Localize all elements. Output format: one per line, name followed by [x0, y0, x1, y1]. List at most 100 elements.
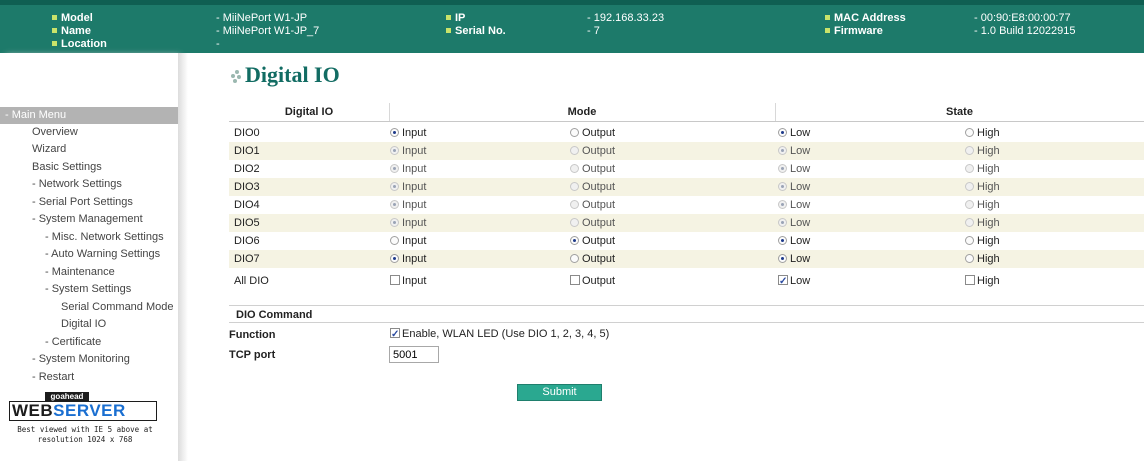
dio-input-option[interactable]: Input — [390, 178, 426, 196]
sidebar-item-system-management[interactable]: - System Management — [32, 213, 143, 226]
dio-input-option[interactable]: Input — [390, 196, 426, 214]
dio-high-radio[interactable] — [965, 254, 974, 263]
wlan-led-checkbox[interactable] — [390, 326, 400, 344]
dio-input-radio[interactable] — [390, 236, 399, 245]
dio-output-radio[interactable] — [570, 200, 579, 209]
dio-output-radio[interactable] — [570, 254, 579, 263]
sidebar-item-system-monitoring[interactable]: - System Monitoring — [32, 353, 130, 366]
dio-low-radio[interactable] — [778, 164, 787, 173]
sidebar-item-network-settings[interactable]: - Network Settings — [32, 178, 122, 191]
sidebar-item-auto-warning-settings[interactable]: - Auto Warning Settings — [45, 248, 160, 261]
dio-input-radio[interactable] — [390, 218, 399, 227]
firmware-value: - 1.0 Build 12022915 — [974, 25, 1076, 37]
dio-high-radio[interactable] — [965, 128, 974, 137]
sidebar-item-serial-port-settings[interactable]: - Serial Port Settings — [32, 196, 133, 209]
dio-output-option[interactable]: Output — [570, 178, 615, 196]
dio-low-radio[interactable] — [778, 218, 787, 227]
dio-high-option[interactable]: High — [965, 124, 1000, 142]
table-row: DIO7 Input Output Low High — [229, 250, 1144, 268]
dio-output-option[interactable]: Output — [570, 232, 615, 250]
all-dio-output-checkbox[interactable] — [570, 275, 580, 285]
table-row: DIO3 Input Output Low High — [229, 178, 1144, 196]
main-menu-heading[interactable]: - Main Menu — [0, 107, 178, 124]
dio-input-option[interactable]: Input — [390, 142, 426, 160]
dio-input-label: Input — [402, 127, 427, 139]
sidebar-item-basic-settings[interactable]: Basic Settings — [32, 161, 102, 174]
all-dio-low-checkbox[interactable] — [778, 273, 788, 291]
sidebar-item-system-settings[interactable]: - System Settings — [45, 283, 131, 296]
dio-low-option[interactable]: Low — [778, 160, 810, 178]
dio-input-option[interactable]: Input — [390, 160, 426, 178]
dio-low-radio[interactable] — [778, 200, 787, 209]
dio-high-radio[interactable] — [965, 146, 974, 155]
dio-output-radio[interactable] — [570, 164, 579, 173]
dio-output-option[interactable]: Output — [570, 214, 615, 232]
sidebar-item-digital-io[interactable]: Digital IO — [61, 318, 106, 331]
all-dio-input-option[interactable]: Input — [390, 272, 426, 290]
dio-high-radio[interactable] — [965, 182, 974, 191]
dio-output-option[interactable]: Output — [570, 160, 615, 178]
dio-low-option[interactable]: Low — [778, 232, 810, 250]
dio-input-radio[interactable] — [390, 200, 399, 209]
all-dio-low-option[interactable]: Low — [778, 272, 810, 291]
sidebar-item-restart[interactable]: - Restart — [32, 371, 74, 384]
sidebar-item-wizard[interactable]: Wizard — [32, 143, 66, 156]
dio-high-option[interactable]: High — [965, 196, 1000, 214]
dio-high-option[interactable]: High — [965, 160, 1000, 178]
dio-high-option[interactable]: High — [965, 250, 1000, 268]
dio-output-option[interactable]: Output — [570, 124, 615, 142]
dio-low-label: Low — [790, 181, 811, 193]
all-dio-input-checkbox[interactable] — [390, 275, 400, 285]
sidebar-item-certificate[interactable]: - Certificate — [45, 336, 101, 349]
model-value: - MiiNePort W1-JP — [216, 12, 308, 24]
dio-input-option[interactable]: Input — [390, 250, 426, 268]
sidebar-item-misc-network-settings[interactable]: - Misc. Network Settings — [45, 231, 164, 244]
tcp-port-input[interactable] — [389, 346, 439, 363]
dio-input-radio[interactable] — [390, 164, 399, 173]
dio-input-option[interactable]: Input — [390, 214, 426, 232]
dio-output-radio[interactable] — [570, 218, 579, 227]
dio-output-option[interactable]: Output — [570, 250, 615, 268]
dio-low-radio[interactable] — [778, 236, 787, 245]
dio-low-option[interactable]: Low — [778, 250, 810, 268]
dio-input-radio[interactable] — [390, 182, 399, 191]
all-dio-high-checkbox[interactable] — [965, 275, 975, 285]
dio-high-option[interactable]: High — [965, 232, 1000, 250]
dio-low-option[interactable]: Low — [778, 142, 810, 160]
dio-input-option[interactable]: Input — [390, 232, 426, 250]
dio-input-radio[interactable] — [390, 128, 399, 137]
sidebar-item-overview[interactable]: Overview — [32, 126, 78, 139]
dio-low-radio[interactable] — [778, 254, 787, 263]
dio-high-radio[interactable] — [965, 218, 974, 227]
dio-low-option[interactable]: Low — [778, 214, 810, 232]
sidebar-item-maintenance[interactable]: - Maintenance — [45, 266, 115, 279]
table-row: DIO1 Input Output Low High — [229, 142, 1144, 160]
dio-input-option[interactable]: Input — [390, 124, 426, 142]
dio-high-option[interactable]: High — [965, 178, 1000, 196]
dio-input-radio[interactable] — [390, 254, 399, 263]
dio-low-radio[interactable] — [778, 128, 787, 137]
all-dio-high-option[interactable]: High — [965, 272, 1000, 290]
dio-high-option[interactable]: High — [965, 142, 1000, 160]
dio-output-option[interactable]: Output — [570, 196, 615, 214]
all-dio-output-option[interactable]: Output — [570, 272, 615, 290]
dio-output-radio[interactable] — [570, 128, 579, 137]
dio-low-radio[interactable] — [778, 146, 787, 155]
dio-low-option[interactable]: Low — [778, 124, 810, 142]
dio-output-radio[interactable] — [570, 182, 579, 191]
dio-high-radio[interactable] — [965, 200, 974, 209]
dio-low-radio[interactable] — [778, 182, 787, 191]
dio-output-radio[interactable] — [570, 236, 579, 245]
dio-low-option[interactable]: Low — [778, 178, 810, 196]
dio-output-radio[interactable] — [570, 146, 579, 155]
dio-input-radio[interactable] — [390, 146, 399, 155]
dio-output-option[interactable]: Output — [570, 142, 615, 160]
dio-low-option[interactable]: Low — [778, 196, 810, 214]
submit-button[interactable]: Submit — [517, 384, 602, 401]
function-option[interactable]: Enable, WLAN LED (Use DIO 1, 2, 3, 4, 5) — [390, 325, 609, 344]
dio-high-option[interactable]: High — [965, 214, 1000, 232]
dio-high-radio[interactable] — [965, 164, 974, 173]
sidebar-item-serial-command-mode[interactable]: Serial Command Mode — [61, 301, 174, 314]
dio-name: DIO6 — [234, 235, 260, 247]
dio-high-radio[interactable] — [965, 236, 974, 245]
